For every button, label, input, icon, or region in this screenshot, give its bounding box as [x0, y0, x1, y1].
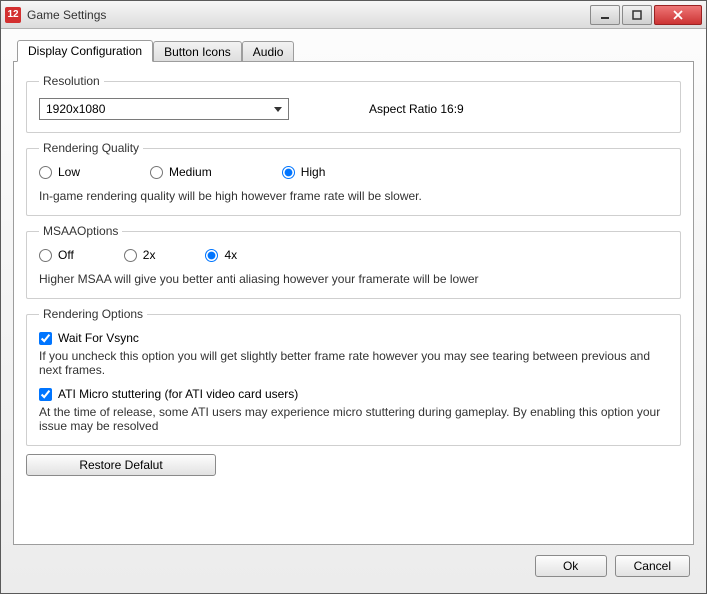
radio-msaa-off[interactable]: Off [39, 248, 74, 262]
minimize-button[interactable] [590, 5, 620, 25]
radio-msaa-2x-label: 2x [143, 248, 156, 262]
tab-audio[interactable]: Audio [242, 41, 295, 61]
radio-msaa-2x-input[interactable] [124, 249, 137, 262]
legend-msaa: MSAAOptions [39, 224, 122, 238]
tab-panel-display: Resolution 1920x1080 Aspect Ratio 16:9 R… [13, 61, 694, 545]
radio-msaa-2x[interactable]: 2x [124, 248, 156, 262]
window-title: Game Settings [27, 8, 588, 22]
tabs: Display Configuration Button Icons Audio [17, 39, 694, 61]
dialog-footer: Ok Cancel [13, 545, 694, 587]
quality-description: In-game rendering quality will be high h… [39, 189, 668, 203]
radio-quality-medium-label: Medium [169, 165, 212, 179]
checkbox-ati[interactable]: ATI Micro stuttering (for ATI video card… [39, 387, 668, 401]
tab-display-configuration[interactable]: Display Configuration [17, 40, 153, 62]
checkbox-vsync-input[interactable] [39, 332, 52, 345]
radio-quality-high-label: High [301, 165, 326, 179]
maximize-button[interactable] [622, 5, 652, 25]
radio-quality-medium-input[interactable] [150, 166, 163, 179]
radio-quality-low-label: Low [58, 165, 80, 179]
radio-quality-low[interactable]: Low [39, 165, 80, 179]
group-resolution: Resolution 1920x1080 Aspect Ratio 16:9 [26, 74, 681, 133]
tab-button-icons[interactable]: Button Icons [153, 41, 242, 61]
radio-msaa-4x-input[interactable] [205, 249, 218, 262]
cancel-button[interactable]: Cancel [615, 555, 690, 577]
close-icon [673, 10, 683, 20]
vsync-description: If you uncheck this option you will get … [39, 349, 668, 377]
minimize-icon [600, 10, 610, 20]
checkbox-vsync[interactable]: Wait For Vsync [39, 331, 668, 345]
radio-quality-high-input[interactable] [282, 166, 295, 179]
resolution-dropdown[interactable]: 1920x1080 [39, 98, 289, 120]
checkbox-ati-label: ATI Micro stuttering (for ATI video card… [58, 387, 298, 401]
aspect-ratio-label: Aspect Ratio 16:9 [369, 102, 464, 116]
titlebar[interactable]: 12 Game Settings [1, 1, 706, 29]
window-frame: 12 Game Settings Display Configuration B… [0, 0, 707, 594]
legend-quality: Rendering Quality [39, 141, 143, 155]
restore-default-button[interactable]: Restore Defalut [26, 454, 216, 476]
checkbox-ati-input[interactable] [39, 388, 52, 401]
maximize-icon [632, 10, 642, 20]
ati-description: At the time of release, some ATI users m… [39, 405, 668, 433]
chevron-down-icon [274, 107, 282, 112]
resolution-selected: 1920x1080 [46, 102, 105, 116]
radio-msaa-4x[interactable]: 4x [205, 248, 237, 262]
group-rendering-options: Rendering Options Wait For Vsync If you … [26, 307, 681, 446]
legend-rendering-options: Rendering Options [39, 307, 147, 321]
legend-resolution: Resolution [39, 74, 104, 88]
radio-msaa-off-input[interactable] [39, 249, 52, 262]
close-button[interactable] [654, 5, 702, 25]
app-icon: 12 [5, 7, 21, 23]
checkbox-vsync-label: Wait For Vsync [58, 331, 139, 345]
radio-msaa-off-label: Off [58, 248, 74, 262]
radio-quality-medium[interactable]: Medium [150, 165, 212, 179]
group-rendering-quality: Rendering Quality Low Medium High [26, 141, 681, 216]
ok-button[interactable]: Ok [535, 555, 607, 577]
group-msaa: MSAAOptions Off 2x 4x Higher MSAA [26, 224, 681, 299]
msaa-description: Higher MSAA will give you better anti al… [39, 272, 668, 286]
radio-quality-high[interactable]: High [282, 165, 326, 179]
radio-quality-low-input[interactable] [39, 166, 52, 179]
radio-msaa-4x-label: 4x [224, 248, 237, 262]
client-area: Display Configuration Button Icons Audio… [1, 29, 706, 593]
